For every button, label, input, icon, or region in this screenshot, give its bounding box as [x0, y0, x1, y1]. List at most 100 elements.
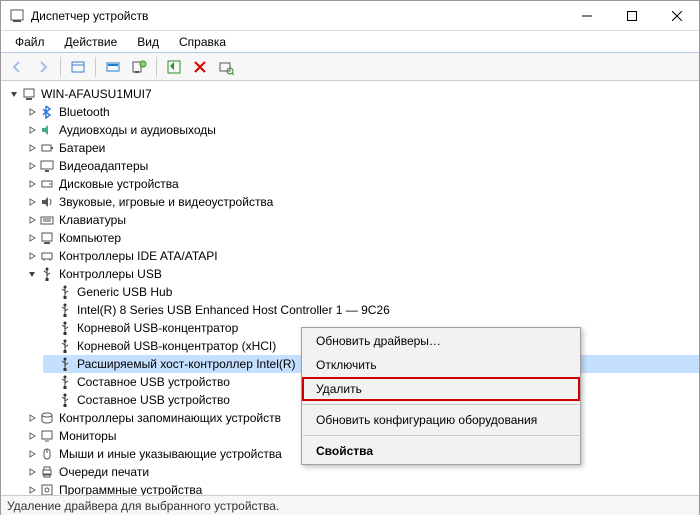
context-separator	[303, 404, 579, 405]
tree-category[interactable]: Звуковые, игровые и видеоустройства	[25, 193, 699, 211]
tree-category-label: Очереди печати	[59, 465, 149, 479]
toolbar-show-hidden-button[interactable]	[66, 55, 90, 79]
toolbar-properties-button[interactable]	[101, 55, 125, 79]
chevron-right-icon[interactable]	[25, 447, 39, 461]
usb-icon	[57, 374, 73, 390]
toolbar-separator	[95, 57, 96, 77]
menu-action[interactable]: Действие	[57, 33, 126, 51]
tree-category-label: Программные устройства	[59, 483, 202, 495]
chevron-right-icon[interactable]	[25, 123, 39, 137]
toolbar-scan-hardware-button[interactable]	[214, 55, 238, 79]
tree-device-label: Корневой USB-концентратор	[77, 321, 238, 335]
tree-root-node[interactable]: WIN-AFAUSU1MUI7	[7, 85, 699, 103]
tree-category-label: Контроллеры IDE ATA/ATAPI	[59, 249, 218, 263]
context-disable[interactable]: Отключить	[302, 353, 580, 377]
context-separator	[303, 435, 579, 436]
tree-category[interactable]: Компьютер	[25, 229, 699, 247]
tree-category-label: Видеоадаптеры	[59, 159, 148, 173]
context-properties[interactable]: Свойства	[302, 439, 580, 463]
bluetooth-icon	[39, 104, 55, 120]
chevron-right-icon[interactable]	[25, 177, 39, 191]
menu-help[interactable]: Справка	[171, 33, 234, 51]
context-uninstall[interactable]: Удалить	[302, 377, 580, 401]
tree-category-label: Аудиовходы и аудиовыходы	[59, 123, 216, 137]
usb-icon	[57, 338, 73, 354]
minimize-button[interactable]	[564, 1, 609, 31]
tree-category-label: Компьютер	[59, 231, 121, 245]
tree-category[interactable]: Клавиатуры	[25, 211, 699, 229]
tree-device-label: Корневой USB-концентратор (xHCI)	[77, 339, 276, 353]
tree-category-label: Клавиатуры	[59, 213, 126, 227]
close-button[interactable]	[654, 1, 699, 31]
maximize-button[interactable]	[609, 1, 654, 31]
chevron-right-icon[interactable]	[25, 195, 39, 209]
tree-device-label: Расширяемый хост-контроллер Intel(R)	[77, 357, 296, 371]
chevron-right-icon[interactable]	[25, 213, 39, 227]
context-update-drivers[interactable]: Обновить драйверы…	[302, 329, 580, 353]
toolbar-forward-button[interactable]	[31, 55, 55, 79]
chevron-right-icon[interactable]	[25, 483, 39, 495]
usb-icon	[39, 266, 55, 282]
chevron-right-icon[interactable]	[25, 105, 39, 119]
tree-category[interactable]: Программные устройства	[25, 481, 699, 495]
chevron-right-icon[interactable]	[25, 429, 39, 443]
context-scan-hardware[interactable]: Обновить конфигурацию оборудования	[302, 408, 580, 432]
toolbar-separator	[60, 57, 61, 77]
tree-category-label: Контроллеры запоминающих устройств	[59, 411, 281, 425]
usb-icon	[57, 284, 73, 300]
mouse-icon	[39, 446, 55, 462]
computer-icon	[21, 86, 37, 102]
usb-icon	[57, 320, 73, 336]
app-icon	[9, 8, 25, 24]
toolbar	[1, 53, 699, 81]
disk-icon	[39, 176, 55, 192]
menu-file[interactable]: Файл	[7, 33, 53, 51]
chevron-right-icon[interactable]	[25, 231, 39, 245]
toolbar-back-button[interactable]	[5, 55, 29, 79]
chevron-right-icon[interactable]	[25, 159, 39, 173]
tree-category[interactable]: Контроллеры IDE ATA/ATAPI	[25, 247, 699, 265]
print-icon	[39, 464, 55, 480]
keyboard-icon	[39, 212, 55, 228]
battery-icon	[39, 140, 55, 156]
context-menu: Обновить драйверы… Отключить Удалить Обн…	[301, 327, 581, 465]
menubar: Файл Действие Вид Справка	[1, 31, 699, 53]
menu-view[interactable]: Вид	[129, 33, 167, 51]
tree-root-label: WIN-AFAUSU1MUI7	[41, 87, 152, 101]
tree-category-label: Bluetooth	[59, 105, 110, 119]
storage-icon	[39, 410, 55, 426]
tree-category[interactable]: Батареи	[25, 139, 699, 157]
toolbar-enable-button[interactable]	[162, 55, 186, 79]
tree-category-label: Дисковые устройства	[59, 177, 179, 191]
tree-category-label: Контроллеры USB	[59, 267, 162, 281]
chevron-right-icon[interactable]	[25, 411, 39, 425]
tree-category[interactable]: Дисковые устройства	[25, 175, 699, 193]
chevron-down-icon[interactable]	[25, 267, 39, 281]
sound-icon	[39, 194, 55, 210]
titlebar: Диспетчер устройств	[1, 1, 699, 31]
tree-device[interactable]: Generic USB Hub	[43, 283, 699, 301]
tree-device-label: Составное USB устройство	[77, 375, 230, 389]
tree-category[interactable]: Видеоадаптеры	[25, 157, 699, 175]
ide-icon	[39, 248, 55, 264]
computer-icon	[39, 230, 55, 246]
tree-category[interactable]: Bluetooth	[25, 103, 699, 121]
tree-category[interactable]: Аудиовходы и аудиовыходы	[25, 121, 699, 139]
usb-icon	[57, 356, 73, 372]
display-icon	[39, 158, 55, 174]
toolbar-uninstall-button[interactable]	[188, 55, 212, 79]
chevron-right-icon[interactable]	[25, 465, 39, 479]
toolbar-scan-button[interactable]	[127, 55, 151, 79]
tree-device[interactable]: Intel(R) 8 Series USB Enhanced Host Cont…	[43, 301, 699, 319]
window-title: Диспетчер устройств	[31, 9, 564, 23]
monitor-icon	[39, 428, 55, 444]
device-tree[interactable]: WIN-AFAUSU1MUI7 Bluetooth Аудиовходы и ауд…	[1, 81, 699, 495]
tree-category[interactable]: Очереди печати	[25, 463, 699, 481]
chevron-down-icon[interactable]	[7, 87, 21, 101]
tree-device-label: Составное USB устройство	[77, 393, 230, 407]
tree-category[interactable]: Контроллеры USB	[25, 265, 699, 283]
chevron-right-icon[interactable]	[25, 249, 39, 263]
chevron-right-icon[interactable]	[25, 141, 39, 155]
tree-category-label: Мониторы	[59, 429, 116, 443]
tree-category-label: Звуковые, игровые и видеоустройства	[59, 195, 273, 209]
